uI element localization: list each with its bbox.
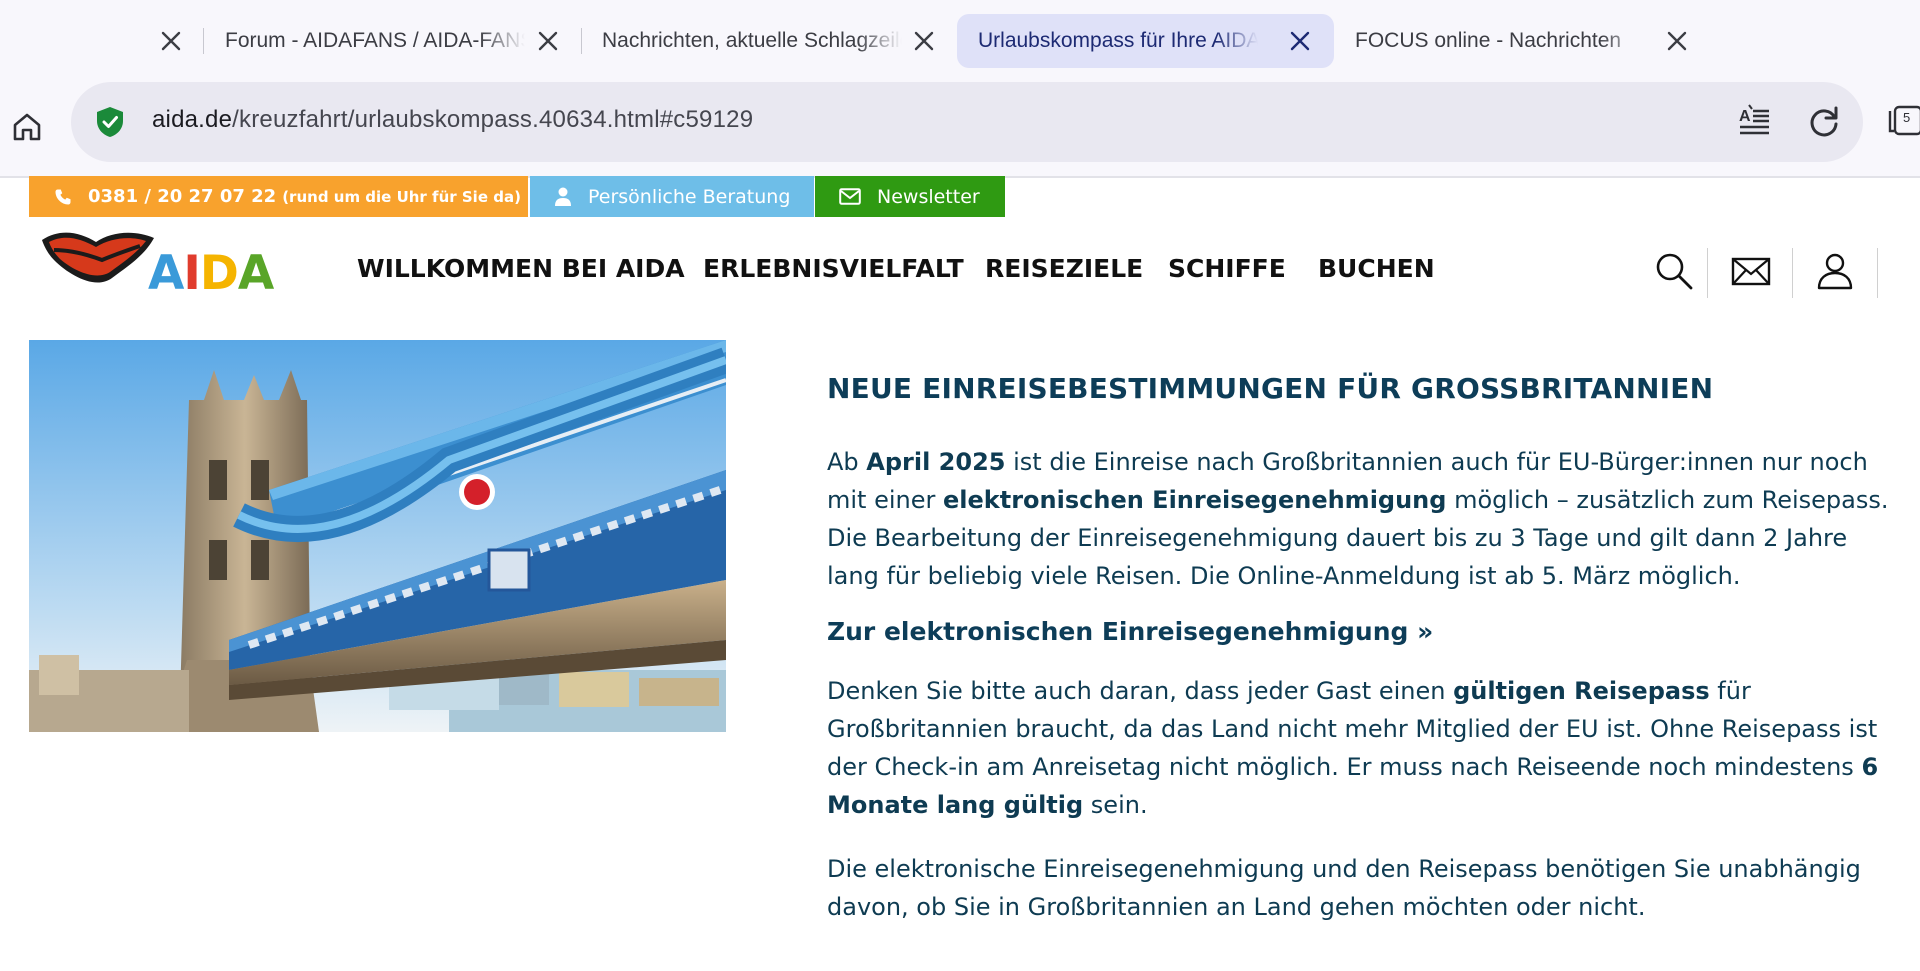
home-icon [13, 113, 41, 141]
close-icon [1290, 31, 1310, 51]
tab-separator [203, 28, 204, 54]
close-icon [161, 31, 181, 51]
url-domain: aida.de [152, 106, 233, 133]
tab-count: 5 [1903, 110, 1911, 125]
shield-check-icon[interactable] [95, 106, 125, 138]
header-separator [1792, 248, 1793, 298]
close-icon [538, 31, 558, 51]
svg-text:A: A [1739, 108, 1751, 125]
header-separator [1707, 248, 1708, 298]
phone-number: 0381 / 20 27 07 22 [88, 186, 277, 207]
url-text[interactable]: aida.de/kreuzfahrt/urlaubskompass.40634.… [152, 106, 753, 134]
mail-icon[interactable] [1730, 250, 1772, 292]
phone-hotline-link[interactable]: 0381 / 20 27 07 22 (rund um die Uhr für … [29, 176, 528, 217]
nav-willkommen[interactable]: WILLKOMMEN BEI AIDA [357, 254, 685, 283]
phone-note: (rund um die Uhr für Sie da) [282, 187, 521, 206]
phone-icon [55, 189, 71, 204]
nav-erlebnisvielfalt[interactable]: ERLEBNISVIELFALT [703, 254, 964, 283]
bold-text: April 2025 [866, 448, 1006, 476]
tabs-icon [1888, 105, 1920, 136]
kussmund-logo-icon [42, 232, 154, 283]
close-icon [1667, 31, 1687, 51]
beratung-link[interactable]: Persönliche Beratung [530, 176, 814, 217]
bold-text: elektronischen Einreisegenehmigung [943, 486, 1447, 514]
header-separator [1877, 248, 1878, 298]
tower-bridge-image [29, 340, 726, 732]
url-path: /kreuzfahrt/urlaubskompass.40634.html#c5… [232, 106, 754, 133]
paragraph-landgang: Die elektronische Einreisegenehmigung un… [827, 855, 1861, 921]
search-icon[interactable] [1653, 250, 1695, 292]
close-tab-2-button[interactable] [897, 14, 951, 68]
beratung-label: Persönliche Beratung [588, 185, 791, 208]
article-title: NEUE EINREISEBESTIMMUNGEN FÜR GROSSBRITA… [827, 372, 1714, 405]
tab-switcher-button[interactable]: 5 [1884, 102, 1920, 138]
text: sein. [1083, 791, 1148, 819]
home-button[interactable] [4, 104, 50, 150]
tower-bridge-illustration [29, 340, 726, 732]
nav-reiseziele[interactable]: REISEZIELE [985, 254, 1143, 283]
text: Ab [827, 448, 867, 476]
bold-text: gültigen Reisepass [1453, 677, 1710, 705]
newsletter-label: Newsletter [877, 185, 980, 208]
newsletter-link[interactable]: Newsletter [815, 176, 1005, 217]
text: Denken Sie bitte auch daran, dass jeder … [827, 677, 1454, 705]
nav-buchen[interactable]: BUCHEN [1318, 254, 1435, 283]
close-tab-4-button[interactable] [1650, 14, 1704, 68]
envelope-icon [839, 188, 861, 205]
user-icon [555, 187, 571, 206]
reader-mode-icon[interactable]: A [1736, 104, 1772, 140]
tab-label: Nachrichten, aktuelle Schlagzeilen [602, 29, 902, 52]
tab-strip: Forum - AIDAFANS / AIDA-FANS Nachrichten… [0, 0, 1920, 80]
eta-link[interactable]: Zur elektronischen Einreisegenehmigung » [827, 617, 1897, 646]
tab-separator [581, 28, 582, 54]
close-tab-1-button[interactable] [521, 14, 575, 68]
article: NEUE EINREISEBESTIMMUNGEN FÜR GROSSBRITA… [827, 372, 1897, 952]
reload-icon[interactable] [1806, 104, 1842, 140]
service-bar: 0381 / 20 27 07 22 (rund um die Uhr für … [29, 176, 1005, 217]
user-account-icon[interactable] [1814, 250, 1856, 292]
tab-label: FOCUS online - Nachrichten [1355, 29, 1622, 52]
aida-logo[interactable]: AIDA [40, 228, 274, 301]
tab-label: Forum - AIDAFANS / AIDA-FANS [225, 29, 525, 52]
nav-schiffe[interactable]: SCHIFFE [1168, 254, 1286, 283]
paragraph-reisepass: Denken Sie bitte auch daran, dass jeder … [827, 672, 1897, 824]
logo-text: AIDA [148, 246, 274, 301]
close-tab-3-button[interactable] [1273, 14, 1327, 68]
tab-label: Urlaubskompass für Ihre AIDA Kreuzfahrt [978, 29, 1258, 52]
address-bar[interactable]: aida.de/kreuzfahrt/urlaubskompass.40634.… [71, 82, 1863, 162]
paragraph-einreise: Ab April 2025 ist die Einreise nach Groß… [827, 443, 1897, 595]
close-tab-0-button[interactable] [144, 14, 198, 68]
close-icon [914, 31, 934, 51]
address-bar-row: aida.de/kreuzfahrt/urlaubskompass.40634.… [0, 80, 1920, 176]
